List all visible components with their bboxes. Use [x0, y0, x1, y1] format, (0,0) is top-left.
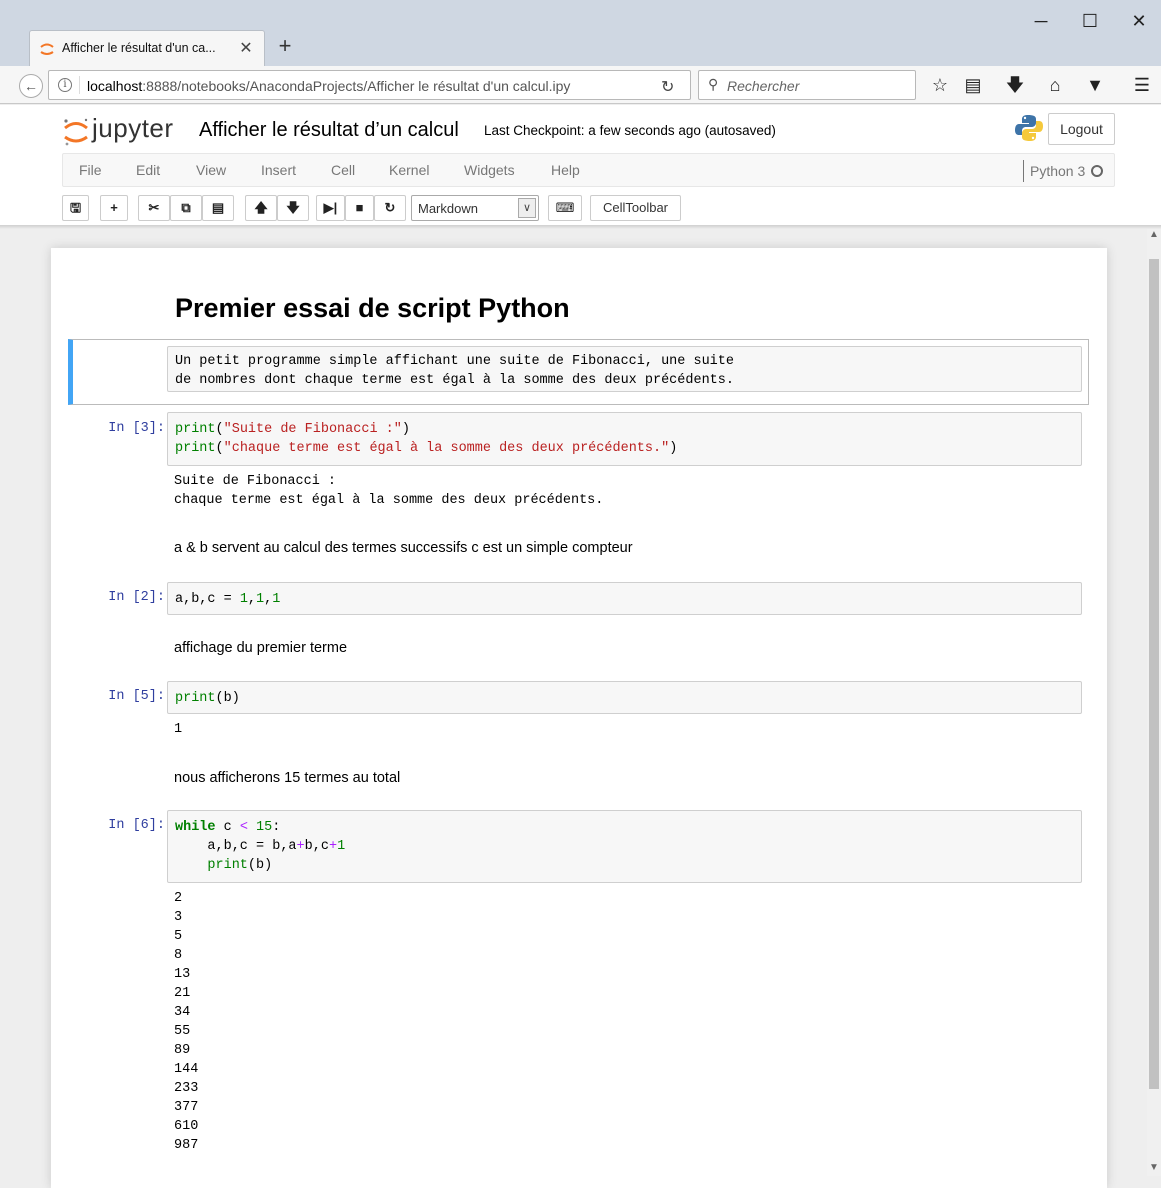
cell-prompt: In [5]:	[108, 689, 165, 704]
cell-output: 2 3 5 8 13 21 34 55 89 144 233 377 610 9…	[174, 891, 199, 1153]
star-icon[interactable]: ☆	[929, 75, 951, 97]
kernel-idle-icon	[1091, 165, 1104, 177]
browser-titlebar: Afficher le résultat d'un ca... ✕ + ─ ☐ …	[0, 0, 1161, 66]
reading-list-icon[interactable]: ▤	[962, 75, 984, 97]
notebook-title[interactable]: Afficher le résultat d’un calcul	[199, 119, 459, 142]
run-icon[interactable]: ▶|	[316, 195, 345, 221]
page-scrollbar[interactable]: ▲ ▼	[1147, 229, 1161, 1176]
chevron-down-icon[interactable]: ∨	[518, 198, 536, 218]
scroll-thumb[interactable]	[1149, 259, 1159, 1089]
add-cell-icon[interactable]: +	[100, 195, 128, 221]
jupyter-logo-text[interactable]: jupyter	[92, 113, 174, 144]
maximize-window-button[interactable]: ☐	[1072, 10, 1108, 36]
close-tab-icon[interactable]: ✕	[237, 38, 255, 58]
code-cell-input[interactable]: print("Suite de Fibonacci :") print("cha…	[167, 412, 1082, 466]
notebook-container: Premier essai de script Python Un petit …	[51, 248, 1107, 1188]
markdown-text[interactable]: affichage du premier terme	[174, 640, 347, 656]
url-host: localhost	[87, 78, 143, 94]
menu-help[interactable]: Help	[551, 162, 580, 178]
kernel-name: Python 3	[1030, 163, 1086, 179]
markdown-source[interactable]: Un petit programme simple affichant une …	[175, 352, 734, 390]
search-bar[interactable]: ⚲ Rechercher	[698, 70, 916, 100]
markdown-text[interactable]: a & b servent au calcul des termes succe…	[174, 540, 633, 556]
menu-view[interactable]: View	[196, 162, 226, 178]
copy-icon[interactable]: ⧉	[170, 195, 202, 221]
jupyter-logo-icon[interactable]	[62, 117, 90, 147]
download-icon[interactable]: 🡇	[1004, 75, 1026, 97]
code-source[interactable]: print("Suite de Fibonacci :") print("cha…	[175, 420, 677, 458]
cell-prompt: In [6]:	[108, 818, 165, 833]
code-source[interactable]: while c < 15: a,b,c = b,a+b,c+1 print(b)	[175, 818, 345, 875]
python-logo-icon	[1015, 115, 1043, 141]
code-cell-input[interactable]: print(b)	[167, 681, 1082, 714]
tab-title: Afficher le résultat d'un ca...	[62, 41, 216, 55]
move-down-icon[interactable]: 🡇	[277, 195, 309, 221]
code-cell-input[interactable]: a,b,c = 1,1,1	[167, 582, 1082, 615]
restart-icon[interactable]: ↻	[374, 195, 406, 221]
scroll-up-icon[interactable]: ▲	[1147, 229, 1161, 243]
stop-icon[interactable]: ■	[345, 195, 374, 221]
scroll-down-icon[interactable]: ▼	[1147, 1162, 1161, 1176]
code-source[interactable]: print(b)	[175, 689, 240, 708]
reload-icon[interactable]: ↻	[661, 77, 674, 97]
markdown-text[interactable]: nous afficherons 15 termes au total	[174, 770, 400, 786]
markdown-line-2: de nombres dont chaque terme est égal à …	[175, 373, 734, 388]
new-tab-button[interactable]: +	[274, 32, 296, 60]
cell-type-select[interactable]: Markdown ∨	[411, 195, 539, 221]
notebook-heading[interactable]: Premier essai de script Python	[175, 293, 570, 324]
menu-kernel[interactable]: Kernel	[389, 162, 429, 178]
checkpoint-status: Last Checkpoint: a few seconds ago (auto…	[484, 123, 776, 138]
close-window-button[interactable]: ✕	[1121, 10, 1157, 36]
markdown-editor[interactable]: Un petit programme simple affichant une …	[167, 346, 1082, 392]
site-info-icon[interactable]: i	[58, 78, 72, 92]
minimize-window-button[interactable]: ─	[1023, 10, 1059, 36]
url-bar[interactable]: i localhost:8888/notebooks/AnacondaProje…	[48, 70, 691, 100]
menu-insert[interactable]: Insert	[261, 162, 296, 178]
cell-output: 1	[174, 722, 183, 737]
menu-cell[interactable]: Cell	[331, 162, 355, 178]
menu-icon[interactable]: ☰	[1131, 75, 1153, 97]
menu-bar: File Edit View Insert Cell Kernel Widget…	[62, 153, 1115, 187]
cut-icon[interactable]: ✂	[138, 195, 170, 221]
logout-button[interactable]: Logout	[1048, 113, 1115, 145]
search-placeholder: Rechercher	[727, 78, 800, 94]
cell-prompt: In [3]:	[108, 421, 165, 436]
url-path: :8888/notebooks/AnacondaProjects/Affiche…	[142, 78, 571, 94]
url-separator	[79, 76, 80, 94]
cell-prompt: In [2]:	[108, 590, 165, 605]
code-cell-input[interactable]: while c < 15: a,b,c = b,a+b,c+1 print(b)	[167, 810, 1082, 883]
menu-file[interactable]: File	[79, 162, 102, 178]
menu-widgets[interactable]: Widgets	[464, 162, 515, 178]
url-text[interactable]: localhost:8888/notebooks/AnacondaProject…	[87, 78, 570, 94]
paste-icon[interactable]: ▤	[202, 195, 234, 221]
save-icon[interactable]: 🖫	[62, 195, 89, 221]
browser-tab[interactable]: Afficher le résultat d'un ca... ✕	[29, 30, 265, 66]
code-source[interactable]: a,b,c = 1,1,1	[175, 590, 280, 609]
markdown-line-1: Un petit programme simple affichant une …	[175, 354, 734, 369]
selected-markdown-cell[interactable]: Un petit programme simple affichant une …	[68, 339, 1089, 405]
keyboard-icon[interactable]: ⌨	[548, 195, 582, 221]
pocket-icon[interactable]: ▼	[1084, 75, 1106, 97]
jupyter-favicon-icon	[40, 43, 54, 55]
move-up-icon[interactable]: 🡅	[245, 195, 277, 221]
kernel-indicator: Python 3	[1023, 160, 1104, 182]
cell-type-value: Markdown	[418, 201, 478, 216]
browser-navbar: ← i localhost:8888/notebooks/AnacondaPro…	[0, 66, 1161, 104]
header-shadow	[0, 225, 1161, 229]
search-icon: ⚲	[708, 76, 719, 92]
home-icon[interactable]: ⌂	[1044, 75, 1066, 97]
menu-edit[interactable]: Edit	[136, 162, 160, 178]
jupyter-header: jupyter Afficher le résultat d’un calcul…	[0, 105, 1161, 225]
back-arrow-icon[interactable]: ←	[19, 74, 43, 98]
cell-output: Suite de Fibonacci : chaque terme est ég…	[174, 474, 604, 508]
celltoolbar-button[interactable]: CellToolbar	[590, 195, 681, 221]
